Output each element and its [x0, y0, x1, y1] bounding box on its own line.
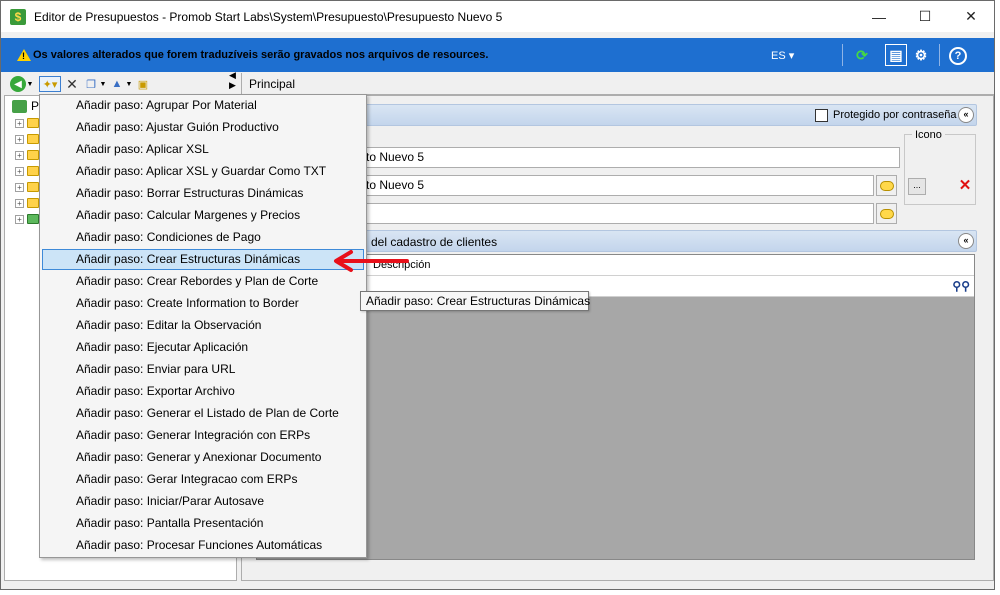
info-message: Os valores alterados que forem traduzíve… [33, 49, 489, 61]
menu-item[interactable]: Añadir paso: Ejecutar Aplicación [42, 337, 364, 358]
menu-item-highlighted[interactable]: Añadir paso: Crear Estructuras Dinámicas [42, 249, 364, 270]
folder-icon [27, 118, 39, 128]
speech-bubble-icon [879, 180, 894, 191]
menu-item[interactable]: Añadir paso: Generar el Listado de Plan … [42, 403, 364, 424]
tree-root-label: P [31, 99, 40, 113]
binoculars-icon[interactable]: ⚲⚲ [952, 279, 970, 293]
refresh-icon[interactable]: ⟳ [852, 46, 872, 64]
chevron-down-icon[interactable]: ▼ [126, 76, 133, 92]
menu-item[interactable]: Añadir paso: Enviar para URL [42, 359, 364, 380]
folder-icon[interactable]: ▣ [135, 76, 151, 92]
collapse-button[interactable]: « [958, 233, 974, 249]
menu-item[interactable]: Añadir paso: Pantalla Presentación [42, 513, 364, 534]
translate-button[interactable] [876, 175, 897, 196]
app-icon: $ [10, 8, 26, 25]
menu-tooltip: Añadir paso: Crear Estructuras Dinámicas [360, 291, 590, 311]
tree-node[interactable]: + [15, 118, 39, 128]
folder-icon [27, 166, 39, 176]
move-up-icon[interactable]: ▲ [109, 76, 125, 92]
copy-icon[interactable]: ❐ [83, 76, 99, 92]
minimize-button[interactable]: — [856, 1, 902, 32]
budget-icon [12, 99, 27, 113]
chevron-down-icon[interactable]: ▼ [100, 76, 107, 92]
tree-node[interactable]: + [15, 134, 39, 144]
tab-scroll-arrows[interactable]: ◀ ▶ [229, 70, 239, 90]
menu-item[interactable]: Añadir paso: Condiciones de Pago [42, 227, 364, 248]
expand-icon[interactable]: + [15, 182, 24, 192]
collapse-button[interactable]: « [958, 107, 974, 123]
tree-node[interactable]: + [15, 150, 39, 160]
settings-icon[interactable]: ⚙ [911, 46, 931, 64]
speech-bubble-icon [879, 208, 894, 219]
menu-item[interactable]: Añadir paso: Gerar Integracao com ERPs [42, 469, 364, 490]
description-field[interactable]: to Nuevo 5 [362, 175, 874, 196]
menu-item[interactable]: Añadir paso: Ajustar Guión Productivo [42, 117, 364, 138]
menu-item[interactable]: Añadir paso: Calcular Margenes y Precios [42, 205, 364, 226]
tree-node[interactable]: + [15, 182, 39, 192]
browse-icon-button[interactable]: ... [908, 178, 926, 195]
layout-icon[interactable]: ▤ [885, 44, 907, 66]
clients-group-title: del cadastro de clientes [371, 235, 498, 249]
menu-item[interactable]: Añadir paso: Generar y Anexionar Documen… [42, 447, 364, 468]
red-arrow-annotation [334, 250, 409, 272]
tab-strip: Principal [241, 73, 994, 95]
menu-item[interactable]: Añadir paso: Create Information to Borde… [42, 293, 364, 314]
menu-item[interactable]: Añadir paso: Crear Rebordes y Plan de Co… [42, 271, 364, 292]
maximize-button[interactable]: ☐ [902, 1, 948, 32]
menu-item[interactable]: Añadir paso: Aplicar XSL [42, 139, 364, 160]
remove-icon-button[interactable]: ✕ [956, 178, 974, 195]
help-icon[interactable]: ? [949, 47, 967, 65]
expand-icon[interactable]: + [15, 150, 24, 160]
chevron-down-icon[interactable]: ▼ [27, 76, 34, 92]
menu-item[interactable]: Añadir paso: Agrupar Por Material [42, 95, 364, 116]
extra-field[interactable] [362, 203, 874, 224]
name-field[interactable]: to Nuevo 5 [362, 147, 900, 168]
folder-icon [27, 182, 39, 192]
translate-button[interactable] [876, 203, 897, 224]
delete-icon[interactable]: ✕ [64, 76, 80, 92]
menu-item[interactable]: Añadir paso: Borrar Estructuras Dinámica… [42, 183, 364, 204]
menu-item[interactable]: Añadir paso: Procesar Funciones Automáti… [42, 535, 364, 556]
new-step-icon[interactable]: ✦▾ [39, 76, 61, 92]
step-icon [27, 214, 39, 224]
divider [939, 44, 940, 66]
expand-icon[interactable]: + [15, 134, 24, 144]
tab-principal[interactable]: Principal [241, 73, 303, 95]
menu-item[interactable]: Añadir paso: Iniciar/Parar Autosave [42, 491, 364, 512]
tree-node[interactable]: + [15, 198, 39, 208]
expand-icon[interactable]: + [15, 214, 24, 224]
tree-node[interactable]: + [15, 166, 39, 176]
folder-icon [27, 198, 39, 208]
expand-icon[interactable]: + [15, 118, 24, 128]
toolbar: ◀ ▼ ✦▾ ✕ ❐ ▼ ▲ ▼ ▣ [1, 73, 239, 95]
tree-root[interactable]: P [12, 99, 39, 113]
folder-icon [27, 150, 39, 160]
menu-item[interactable]: Añadir paso: Generar Integración con ERP… [42, 425, 364, 446]
menu-item[interactable]: Añadir paso: Editar la Observación [42, 315, 364, 336]
folder-icon [27, 134, 39, 144]
add-step-menu: Añadir paso: Agrupar Por Material Añadir… [39, 94, 367, 558]
expand-icon[interactable]: + [15, 166, 24, 176]
menu-item[interactable]: Añadir paso: Aplicar XSL y Guardar Como … [42, 161, 364, 182]
close-button[interactable]: ✕ [948, 1, 994, 32]
icon-label: Icono [912, 129, 945, 141]
info-bar: ! Os valores alterados que forem traduzí… [1, 38, 994, 72]
language-selector[interactable]: ES ▾ [771, 49, 794, 62]
divider [842, 44, 843, 66]
menu-item[interactable]: Añadir paso: Exportar Archivo [42, 381, 364, 402]
protected-label: Protegido por contraseña [833, 109, 957, 121]
window-title: Editor de Presupuestos - Promob Start La… [34, 9, 503, 24]
editor-window: $ Editor de Presupuestos - Promob Start … [0, 0, 995, 590]
tree-node[interactable]: + [15, 214, 39, 224]
warning-icon: ! [17, 49, 31, 61]
expand-icon[interactable]: + [15, 198, 24, 208]
protected-checkbox[interactable] [815, 109, 828, 122]
back-icon[interactable]: ◀ [10, 76, 26, 92]
title-bar: $ Editor de Presupuestos - Promob Start … [1, 1, 994, 32]
